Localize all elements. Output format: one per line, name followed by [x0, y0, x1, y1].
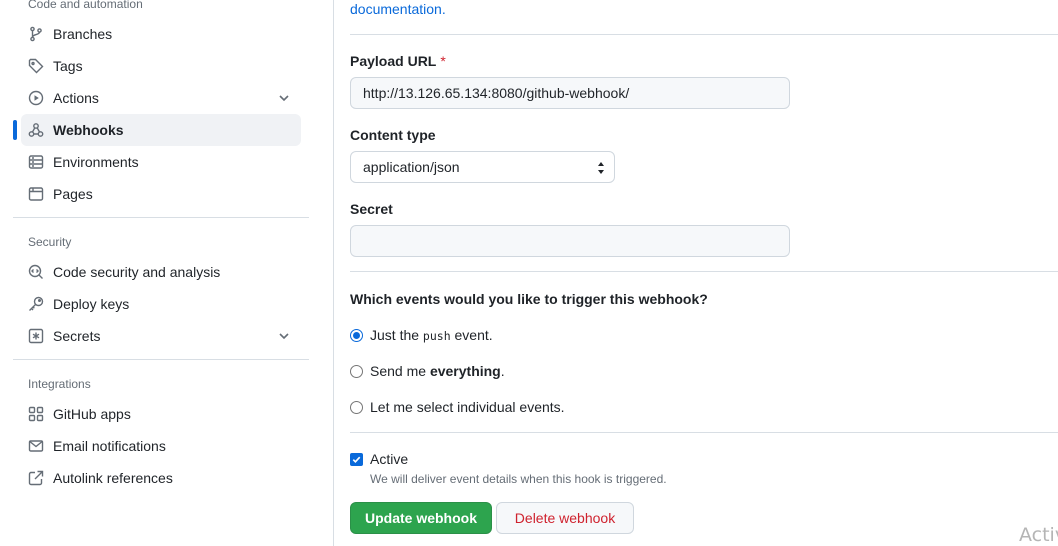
radio-push[interactable]: [350, 328, 363, 342]
content-type-value: application/json: [363, 159, 460, 175]
settings-sidebar: Code and automation Branches Tags Action…: [0, 0, 333, 546]
active-option[interactable]: Active: [350, 450, 408, 468]
chevron-down-icon[interactable]: [277, 91, 291, 105]
browser-icon: [28, 186, 44, 202]
sidebar-item-pages[interactable]: Pages: [21, 178, 301, 210]
form-divider: [350, 432, 1058, 433]
option-push-event[interactable]: Just the push event.: [350, 326, 493, 344]
section-heading-integrations: Integrations: [28, 377, 91, 391]
required-mark: *: [440, 53, 446, 69]
server-icon: [28, 154, 44, 170]
option-individual-events[interactable]: Let me select individual events.: [350, 398, 565, 416]
payload-url-label: Payload URL *: [350, 53, 446, 69]
sidebar-item-label: GitHub apps: [53, 406, 131, 422]
sidebar-item-label: Pages: [53, 186, 93, 202]
sidebar-item-label: Branches: [53, 26, 113, 42]
sidebar-item-label: Secrets: [53, 328, 101, 344]
active-label: Active: [370, 451, 409, 467]
sidebar-item-secrets[interactable]: Secrets: [21, 320, 301, 352]
delete-webhook-button[interactable]: Delete webhook: [496, 502, 634, 534]
option-everything-suffix: .: [500, 363, 505, 379]
sidebar-item-environments[interactable]: Environments: [21, 146, 301, 178]
events-question: Which events would you like to trigger t…: [350, 291, 708, 307]
play-icon: [28, 90, 44, 106]
active-checkbox[interactable]: [350, 452, 363, 466]
sidebar-item-code-security[interactable]: Code security and analysis: [21, 256, 301, 288]
update-webhook-button[interactable]: Update webhook: [350, 502, 492, 534]
chevron-down-icon[interactable]: [277, 329, 291, 343]
section-heading-security: Security: [28, 235, 72, 249]
sidebar-item-label: Email notifications: [53, 438, 166, 454]
payload-url-label-text: Payload URL: [350, 53, 437, 69]
form-divider: [350, 34, 1058, 35]
sidebar-item-label: Environments: [53, 154, 139, 170]
sidebar-item-deploy-keys[interactable]: Deploy keys: [21, 288, 301, 320]
sidebar-item-webhooks[interactable]: Webhooks: [13, 114, 301, 146]
documentation-link[interactable]: documentation: [350, 1, 442, 17]
option-everything[interactable]: Send me everything.: [350, 362, 505, 380]
sidebar-border: [333, 0, 334, 546]
form-divider: [350, 271, 1058, 272]
documentation-line: documentation.: [350, 1, 446, 17]
option-individual-label: Let me select individual events.: [370, 399, 565, 415]
activation-watermark: Activ: [1019, 524, 1058, 546]
sidebar-item-branches[interactable]: Branches: [21, 18, 301, 50]
sidebar-divider: [13, 359, 309, 360]
codescan-icon: [28, 264, 44, 280]
section-heading-code-automation: Code and automation: [28, 0, 143, 11]
option-everything-prefix: Send me: [370, 363, 427, 379]
sidebar-item-email-notifications[interactable]: Email notifications: [21, 430, 301, 462]
webhook-form: documentation. Payload URL* Content type…: [350, 0, 1058, 546]
option-everything-label: Send me everything.: [370, 363, 505, 379]
content-type-select[interactable]: application/json: [350, 151, 615, 183]
webhook-icon: [28, 122, 44, 138]
sidebar-item-actions[interactable]: Actions: [21, 82, 301, 114]
content-type-label: Content type: [350, 127, 436, 143]
radio-individual[interactable]: [350, 400, 363, 414]
sidebar-divider: [13, 217, 309, 218]
select-arrows-icon: [597, 161, 605, 175]
option-everything-bold: everything: [429, 363, 501, 379]
option-push-code: push: [422, 329, 451, 343]
tag-icon: [28, 58, 44, 74]
mail-icon: [28, 438, 44, 454]
sidebar-item-autolink-references[interactable]: Autolink references: [21, 462, 301, 494]
secret-label: Secret: [350, 201, 393, 217]
asterisk-icon: [28, 328, 44, 344]
sidebar-item-label: Autolink references: [53, 470, 173, 486]
sidebar-item-github-apps[interactable]: GitHub apps: [21, 398, 301, 430]
sidebar-item-label: Webhooks: [53, 122, 124, 138]
option-push-suffix: event.: [454, 327, 493, 343]
sidebar-item-tags[interactable]: Tags: [21, 50, 301, 82]
active-hint: We will deliver event details when this …: [370, 472, 667, 486]
radio-everything[interactable]: [350, 364, 363, 378]
option-push-label: Just the push event.: [370, 327, 493, 343]
option-push-prefix: Just the: [370, 327, 420, 343]
payload-url-input[interactable]: [350, 77, 790, 109]
apps-icon: [28, 406, 44, 422]
key-icon: [28, 296, 44, 312]
link-external-icon: [28, 470, 44, 486]
branch-icon: [28, 26, 44, 42]
secret-input[interactable]: [350, 225, 790, 257]
sidebar-item-label: Code security and analysis: [53, 264, 221, 280]
documentation-link-tail: .: [441, 1, 446, 17]
sidebar-item-label: Actions: [53, 90, 99, 106]
sidebar-item-label: Deploy keys: [53, 296, 130, 312]
sidebar-item-label: Tags: [53, 58, 83, 74]
